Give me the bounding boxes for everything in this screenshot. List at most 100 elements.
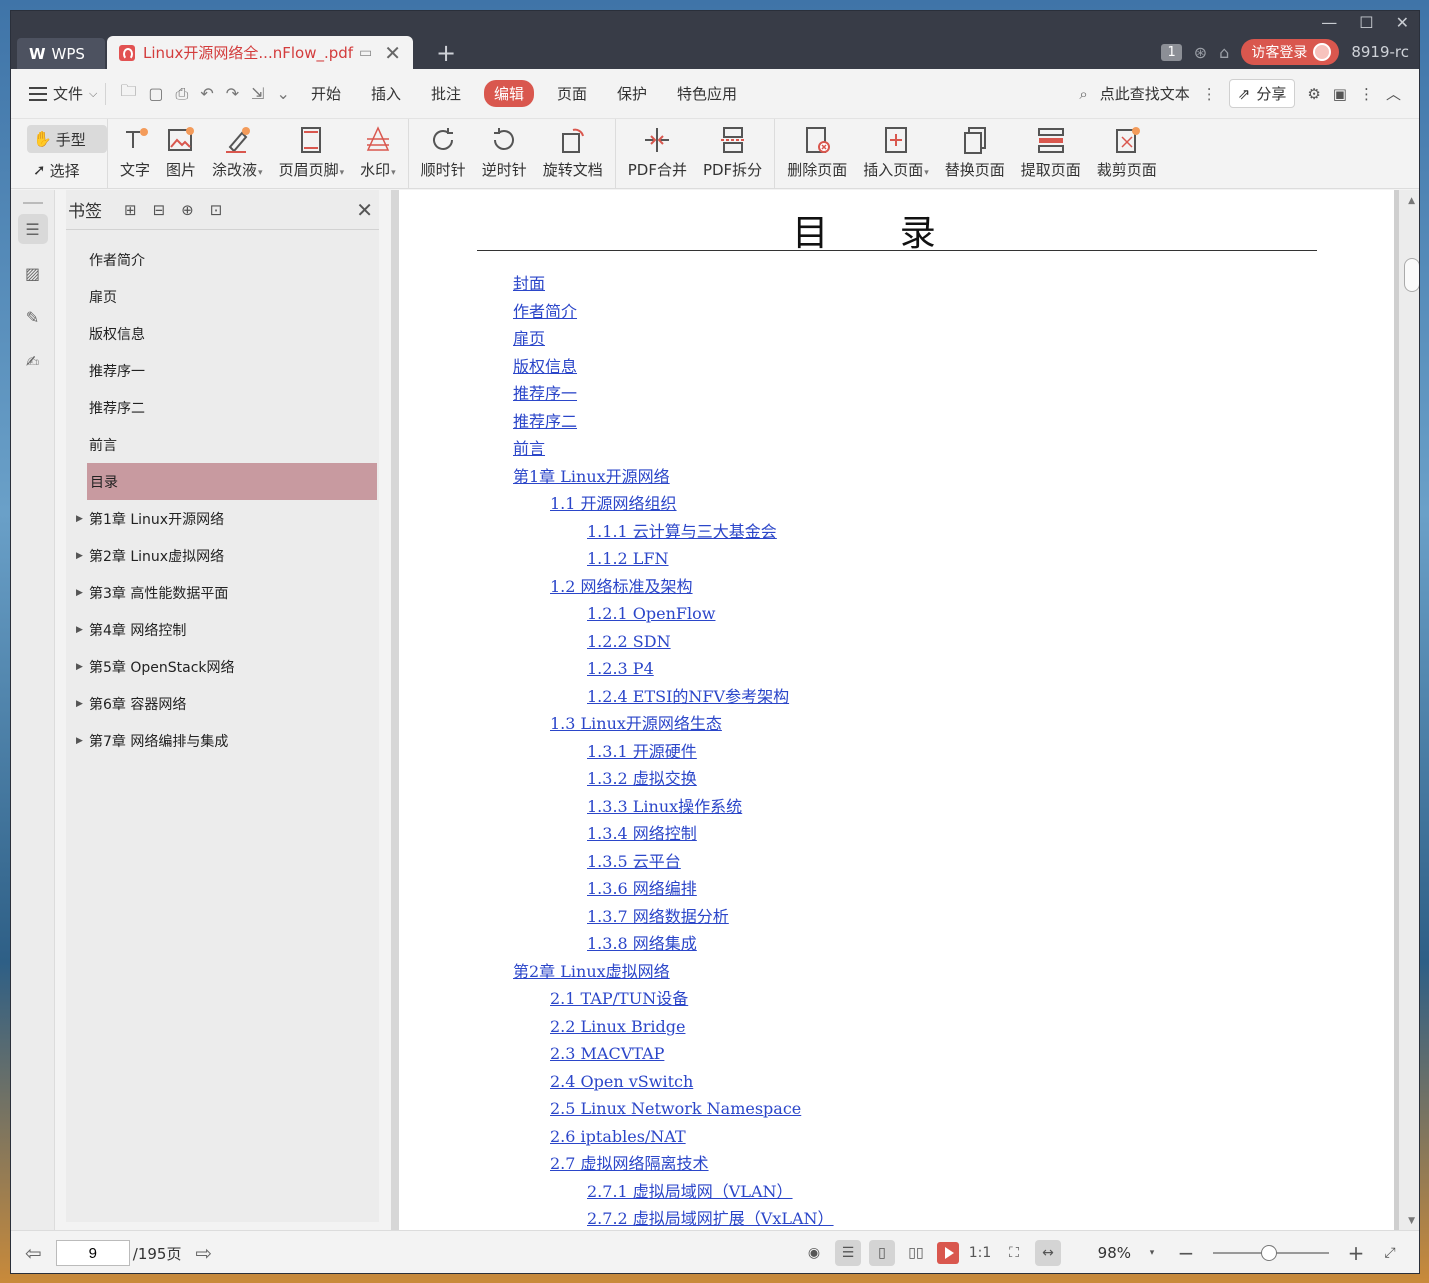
toc-link[interactable]: 1.3.3 Linux操作系统 bbox=[399, 793, 1394, 821]
undo-icon[interactable]: ↶ bbox=[200, 84, 213, 103]
watermark-button[interactable]: 水印 bbox=[352, 119, 404, 180]
menu-edit[interactable]: 编辑 bbox=[483, 80, 534, 107]
toc-link[interactable]: 1.3 Linux开源网络生态 bbox=[399, 710, 1394, 738]
toc-link[interactable]: 2.7.2 虚拟局域网扩展（VxLAN） bbox=[399, 1205, 1394, 1230]
menu-special[interactable]: 特色应用 bbox=[677, 83, 737, 104]
redo-icon[interactable]: ↷ bbox=[226, 84, 239, 103]
fit-page-icon[interactable]: ⛶ bbox=[1001, 1240, 1027, 1266]
add-bookmark-icon[interactable]: ⊕ bbox=[181, 201, 194, 219]
bookmark-item[interactable]: 版权信息 bbox=[66, 315, 379, 352]
expand-arrow-icon[interactable]: ▶ bbox=[76, 551, 83, 561]
more-quick-icon[interactable]: ⌄ bbox=[277, 84, 290, 103]
guest-login-button[interactable]: 访客登录 bbox=[1241, 39, 1340, 65]
rotate-document-button[interactable]: 旋转文档 bbox=[535, 119, 611, 180]
extract-page-button[interactable]: 提取页面 bbox=[1013, 119, 1089, 180]
new-tab-icon[interactable]: + bbox=[436, 39, 456, 67]
toc-link[interactable]: 1.2.1 OpenFlow bbox=[399, 600, 1394, 628]
bookmark-item[interactable]: ▶ 第1章 Linux开源网络 bbox=[66, 500, 379, 537]
toc-link[interactable]: 扉页 bbox=[399, 325, 1394, 353]
previous-page-icon[interactable]: ⇦ bbox=[25, 1241, 42, 1265]
annotation-icon[interactable]: ✎ bbox=[18, 302, 48, 332]
panel-grip[interactable] bbox=[22, 202, 43, 204]
more-options-icon[interactable]: ⋮ bbox=[1359, 85, 1374, 103]
page-number-input[interactable] bbox=[55, 1240, 130, 1266]
wps-home-tab[interactable]: W WPS bbox=[17, 38, 105, 69]
panel-resize-handle[interactable] bbox=[391, 190, 399, 1230]
toc-link[interactable]: 2.6 iptables/NAT bbox=[399, 1123, 1394, 1151]
bookmark-item[interactable]: 推荐序二 bbox=[66, 389, 379, 426]
pdf-split-button[interactable]: PDF拆分 bbox=[695, 119, 770, 180]
zoom-level[interactable]: 98% bbox=[1069, 1244, 1131, 1262]
bookmark-item[interactable]: 推荐序一 bbox=[66, 352, 379, 389]
toc-link[interactable]: 1.3.7 网络数据分析 bbox=[399, 903, 1394, 931]
zoom-slider-handle[interactable] bbox=[1261, 1245, 1277, 1261]
expand-arrow-icon[interactable]: ▶ bbox=[76, 625, 83, 635]
bookmark-item[interactable]: ▶ 第6章 容器网络 bbox=[66, 685, 379, 722]
zoom-slider[interactable] bbox=[1213, 1245, 1329, 1261]
toc-link[interactable]: 2.5 Linux Network Namespace bbox=[399, 1095, 1394, 1123]
menu-start[interactable]: 开始 bbox=[311, 83, 341, 104]
toc-link[interactable]: 推荐序一 bbox=[399, 380, 1394, 408]
expand-arrow-icon[interactable]: ▶ bbox=[76, 514, 83, 524]
toc-link[interactable]: 2.3 MACVTAP bbox=[399, 1040, 1394, 1068]
menu-page[interactable]: 页面 bbox=[557, 83, 587, 104]
bookmark-options-icon[interactable]: ⊡ bbox=[210, 201, 223, 219]
document-tab[interactable]: Linux开源网络全...nFlow_.pdf ▭ ✕ bbox=[107, 36, 413, 69]
toc-link[interactable]: 1.3.4 网络控制 bbox=[399, 820, 1394, 848]
rotate-counterclockwise-button[interactable]: 逆时针 bbox=[474, 119, 535, 180]
expand-arrow-icon[interactable]: ▶ bbox=[76, 662, 83, 672]
edit-text-button[interactable]: 文字 bbox=[112, 119, 158, 180]
bookmark-list-icon[interactable]: ☰ bbox=[17, 214, 48, 244]
toc-link[interactable]: 第2章 Linux虚拟网络 bbox=[399, 958, 1394, 986]
bookmark-item[interactable]: ▶ 第3章 高性能数据平面 bbox=[66, 574, 379, 611]
window-count-badge[interactable]: 1 bbox=[1161, 43, 1182, 61]
hand-tool-button[interactable]: ✋ 手型 bbox=[27, 125, 107, 153]
edit-image-button[interactable]: 图片 bbox=[158, 119, 204, 180]
menu-protect[interactable]: 保护 bbox=[617, 83, 647, 104]
toc-link[interactable]: 第1章 Linux开源网络 bbox=[399, 463, 1394, 491]
scroll-down-icon[interactable]: ▼ bbox=[1408, 1216, 1415, 1226]
eye-protection-icon[interactable]: ◉ bbox=[801, 1240, 827, 1266]
replace-page-button[interactable]: 替换页面 bbox=[937, 119, 1013, 180]
crop-page-button[interactable]: 裁剪页面 bbox=[1089, 119, 1165, 180]
scroll-up-icon[interactable]: ▲ bbox=[1408, 196, 1415, 206]
fullscreen-icon[interactable]: ⤢ bbox=[1377, 1240, 1403, 1266]
toc-link[interactable]: 前言 bbox=[399, 435, 1394, 463]
zoom-dropdown-icon[interactable]: ▾ bbox=[1139, 1240, 1165, 1266]
slideshow-play-icon[interactable] bbox=[937, 1242, 959, 1264]
shirt-icon[interactable]: ⌂ bbox=[1219, 43, 1229, 62]
toc-link[interactable]: 1.3.1 开源硬件 bbox=[399, 738, 1394, 766]
toc-link[interactable]: 1.1 开源网络组织 bbox=[399, 490, 1394, 518]
toc-link[interactable]: 2.7 虚拟网络隔离技术 bbox=[399, 1150, 1394, 1178]
close-panel-icon[interactable]: ✕ bbox=[356, 198, 373, 222]
document-view[interactable]: 目 录 封面 作者简介 扉页 版权信息 推荐序一 推荐序二 前言 第1章 Linux开源网络 1… bbox=[399, 190, 1419, 1230]
bookmark-item[interactable]: ▶ 第7章 网络编排与集成 bbox=[66, 722, 379, 759]
expand-arrow-icon[interactable]: ▶ bbox=[76, 588, 83, 598]
toc-link[interactable]: 1.1.2 LFN bbox=[399, 545, 1394, 573]
toc-link[interactable]: 1.1.1 云计算与三大基金会 bbox=[399, 518, 1394, 546]
toc-link[interactable]: 1.2 网络标准及架构 bbox=[399, 573, 1394, 601]
toc-link[interactable]: 2.2 Linux Bridge bbox=[399, 1013, 1394, 1041]
save-icon[interactable]: ▢ bbox=[148, 84, 163, 103]
bookmark-item[interactable]: 作者简介 bbox=[66, 241, 379, 278]
toc-link[interactable]: 2.1 TAP/TUN设备 bbox=[399, 985, 1394, 1013]
single-page-icon[interactable]: ▯ bbox=[869, 1240, 895, 1266]
expand-arrow-icon[interactable]: ▶ bbox=[76, 699, 83, 709]
bookmark-item[interactable]: 前言 bbox=[66, 426, 379, 463]
skin-icon[interactable]: ⊛ bbox=[1194, 43, 1207, 62]
toc-link[interactable]: 作者简介 bbox=[399, 298, 1394, 326]
open-folder-icon[interactable]: 🗀 bbox=[120, 80, 136, 107]
next-page-icon[interactable]: ⇨ bbox=[195, 1241, 212, 1265]
select-tool-button[interactable]: ➚ 选择 bbox=[27, 156, 107, 184]
signature-icon[interactable]: ✍ bbox=[18, 346, 48, 376]
bookmark-item[interactable]: ▶ 第4章 网络控制 bbox=[66, 611, 379, 648]
thumbnail-icon[interactable]: ▨ bbox=[18, 258, 48, 288]
toc-link[interactable]: 封面 bbox=[399, 270, 1394, 298]
pdf-merge-button[interactable]: PDF合并 bbox=[620, 119, 695, 180]
collapse-ribbon-icon[interactable]: ︿ bbox=[1386, 83, 1401, 104]
expand-arrow-icon[interactable]: ▶ bbox=[76, 736, 83, 746]
close-window-icon[interactable]: ✕ bbox=[1396, 13, 1409, 32]
continuous-view-icon[interactable]: ☰ bbox=[835, 1240, 861, 1266]
maximize-icon[interactable]: ☐ bbox=[1359, 13, 1373, 32]
toc-link[interactable]: 1.3.2 虚拟交换 bbox=[399, 765, 1394, 793]
